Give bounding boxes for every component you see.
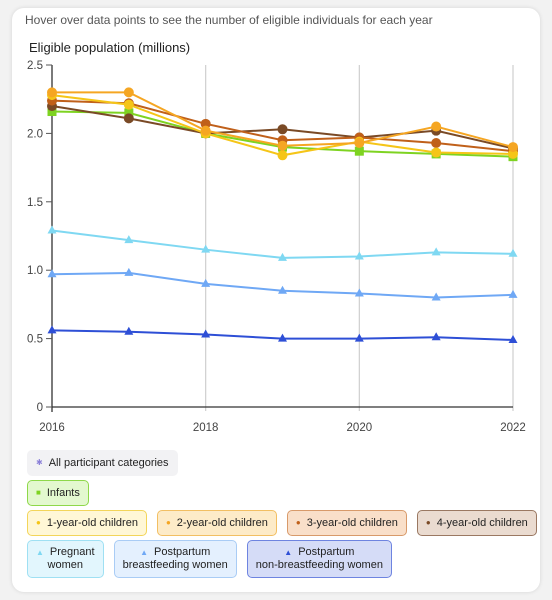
data-point[interactable] xyxy=(431,121,442,132)
data-point[interactable] xyxy=(431,332,441,341)
series-line-postpartum-breastfeeding-women xyxy=(51,271,514,299)
y-tick-label: 0.5 xyxy=(27,334,43,346)
y-tick-label: 2.0 xyxy=(27,128,43,140)
legend-label-line2: women xyxy=(47,559,84,571)
circle-marker-icon: ● xyxy=(36,518,41,527)
y-tick-label: 2.5 xyxy=(27,60,43,72)
x-tick-label: 2020 xyxy=(347,422,373,434)
legend-row-women: ▲ Pregnant women ▲ Postpartum breastfeeding w… xyxy=(27,540,392,578)
legend-label-line1: Postpartum xyxy=(154,546,211,558)
data-point[interactable] xyxy=(277,124,288,135)
y-tick-label: 1.5 xyxy=(27,197,43,209)
legend-chip-1-year-old-children[interactable]: ● 1-year-old children xyxy=(27,510,147,536)
data-point[interactable] xyxy=(47,87,57,98)
legend-chip-postpartum-non-breastfeeding-women[interactable]: ▲ Postpartum non-breastfeeding women xyxy=(246,540,392,578)
data-point[interactable] xyxy=(508,142,518,153)
x-tick-label: 2022 xyxy=(500,422,526,434)
series-pregnant-women xyxy=(47,225,518,261)
line-chart: 2016 2018 2020 2022 0 0.5 1.0 1.5 2.0 2.5 xyxy=(27,60,526,434)
series-postpartum-non-breastfeeding-women xyxy=(47,325,518,343)
data-point[interactable] xyxy=(47,325,57,334)
circle-marker-icon: ● xyxy=(165,518,171,527)
circle-marker-icon: ● xyxy=(425,518,431,527)
triangle-marker-icon: ▲ xyxy=(36,547,44,557)
circle-marker-icon: ● xyxy=(295,518,301,527)
data-point[interactable] xyxy=(354,146,364,156)
data-point[interactable] xyxy=(124,267,134,276)
series-2-year-old-children xyxy=(47,87,518,153)
data-point[interactable] xyxy=(200,125,211,136)
legend-label-line1: Postpartum xyxy=(298,546,355,558)
data-point[interactable] xyxy=(47,225,57,234)
legend-chip-3-year-old-children[interactable]: ● 3-year-old children xyxy=(286,510,407,536)
legend-label-line2: breastfeeding women xyxy=(122,559,228,571)
y-tick-label: 0 xyxy=(37,402,43,414)
triangle-marker-icon: ▲ xyxy=(284,547,293,557)
data-point[interactable] xyxy=(123,113,134,124)
data-point[interactable] xyxy=(431,247,441,256)
data-point[interactable] xyxy=(123,87,134,98)
legend-chip-4-year-old-children[interactable]: ● 4-year-old children xyxy=(416,510,537,536)
data-point[interactable] xyxy=(277,150,288,161)
legend-row-children: ● 1-year-old children ● 2-year-old children… xyxy=(27,510,537,536)
legend-label-line1: Pregnant xyxy=(49,546,95,558)
asterisk-icon: ✱ xyxy=(36,458,43,467)
legend-chip-2-year-old-children[interactable]: ● 2-year-old children xyxy=(156,510,277,536)
data-point[interactable] xyxy=(123,99,134,110)
legend-chip-pregnant-women[interactable]: ▲ Pregnant women xyxy=(27,540,104,578)
data-point[interactable] xyxy=(354,137,365,148)
triangle-marker-icon: ▲ xyxy=(140,547,148,557)
legend-label-line2: non-breastfeeding women xyxy=(255,559,383,571)
legend-all-categories[interactable]: ✱ All participant categories xyxy=(27,450,178,476)
x-tick-label: 2018 xyxy=(193,422,219,434)
legend-chip-postpartum-breastfeeding-women[interactable]: ▲ Postpartum breastfeeding women xyxy=(113,540,237,578)
y-tick-label: 1.0 xyxy=(27,265,43,277)
series-postpartum-breastfeeding-women xyxy=(47,267,518,301)
legend-chip-infants[interactable]: ■ Infants xyxy=(27,480,89,506)
data-point[interactable] xyxy=(431,137,442,148)
legend-row-infants: ■ Infants xyxy=(27,480,89,506)
square-marker-icon: ■ xyxy=(36,488,41,497)
legend-all-row: ✱ All participant categories xyxy=(27,450,178,476)
data-point[interactable] xyxy=(277,140,288,151)
data-point[interactable] xyxy=(431,147,442,158)
data-point[interactable] xyxy=(508,289,518,298)
x-tick-label: 2016 xyxy=(39,422,65,434)
